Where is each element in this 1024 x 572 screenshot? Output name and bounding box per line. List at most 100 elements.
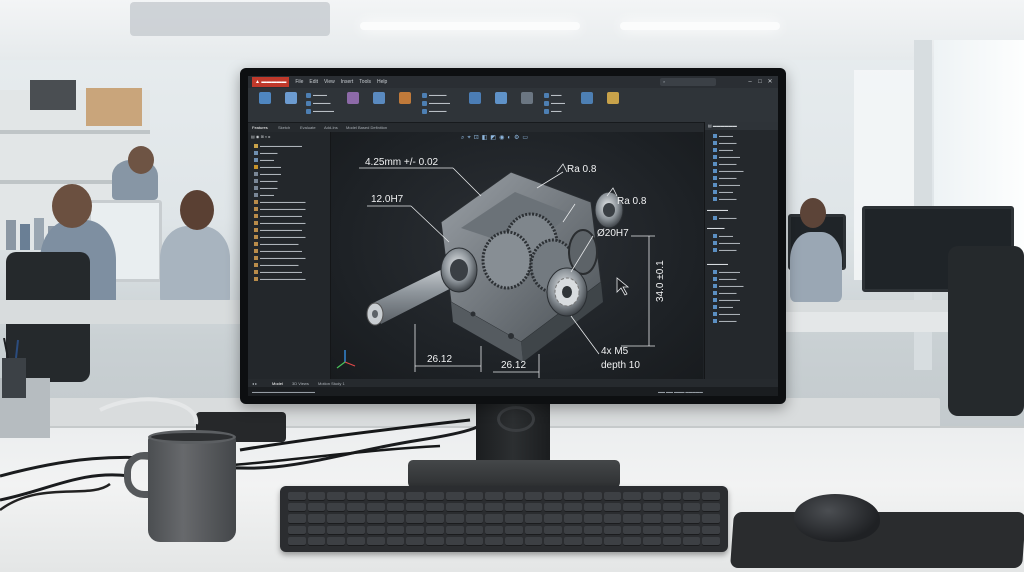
keyboard-key[interactable] <box>406 492 425 502</box>
ribbon-pattern-button[interactable] <box>462 92 488 118</box>
task-pane-item[interactable]: ▬▬▬▬▬▬ <box>713 241 740 246</box>
keyboard-key[interactable] <box>544 503 563 513</box>
tree-item[interactable]: ▬▬▬▬▬▬▬▬▬▬▬▬▬ <box>254 256 306 261</box>
menu-edit[interactable]: Edit <box>309 79 318 85</box>
ribbon-shell-button[interactable]: ▬▬▬▬▬ <box>422 108 447 114</box>
task-pane-item[interactable]: ▬▬▬▬▬ <box>713 291 737 296</box>
menu-insert[interactable]: Insert <box>341 79 354 85</box>
task-pane-item[interactable]: ▬▬▬▬ <box>713 148 733 153</box>
maximize-button[interactable]: □ <box>756 78 764 86</box>
ribbon-hole-button[interactable] <box>366 92 392 118</box>
keyboard-key[interactable] <box>643 525 661 535</box>
keyboard-key[interactable] <box>445 536 464 546</box>
keyboard-key[interactable] <box>347 536 365 546</box>
task-pane-item[interactable]: ▬▬▬▬▬ <box>713 162 737 167</box>
keyboard-key[interactable] <box>445 514 464 524</box>
ribbon-reference-button[interactable]: ▬▬▬ <box>544 108 562 114</box>
keyboard-key[interactable] <box>564 514 582 524</box>
graphics-viewport[interactable]: ⌕⌖⊡◧◩◉◐⚙▭ 4.25mm +/- 0.02 12.0H7 Ra 0.8 … <box>331 132 703 379</box>
task-pane-item[interactable]: ▬▬▬▬▬ <box>713 248 737 253</box>
surface-finish-right[interactable]: Ra 0.8 <box>617 196 647 207</box>
keyboard-key[interactable] <box>544 514 563 524</box>
keyboard-key[interactable] <box>406 503 425 513</box>
task-pane-item[interactable]: ▬▬▬▬▬▬ <box>713 298 740 303</box>
tree-item[interactable]: ▬▬▬▬▬▬▬▬▬▬▬▬ <box>254 214 302 219</box>
keyboard-key[interactable] <box>643 492 661 502</box>
keyboard-key[interactable] <box>465 492 484 502</box>
keyboard-key[interactable] <box>564 503 582 513</box>
keyboard-key[interactable] <box>583 525 602 535</box>
keyboard-key[interactable] <box>465 525 484 535</box>
keyboard-key[interactable] <box>347 492 365 502</box>
task-pane-item[interactable]: ▬▬▬▬▬▬ <box>713 312 740 317</box>
keyboard-key[interactable] <box>307 525 326 535</box>
keyboard-key[interactable] <box>366 503 385 513</box>
keyboard-key[interactable] <box>603 503 622 513</box>
app-logo[interactable]: ▲ ▬▬▬▬▬ <box>252 77 290 87</box>
keyboard-key[interactable] <box>643 536 661 546</box>
ribbon-fillet-button[interactable] <box>392 92 418 118</box>
keyboard-key[interactable] <box>682 514 701 524</box>
keyboard-key[interactable] <box>564 536 582 546</box>
keyboard-key[interactable] <box>465 536 484 546</box>
task-pane-item[interactable]: ▬▬▬▬▬▬▬ <box>713 284 744 289</box>
ribbon-curves-button[interactable] <box>574 92 600 118</box>
keyboard-key[interactable] <box>485 525 503 535</box>
tab-evaluate[interactable]: Evaluate <box>300 125 316 130</box>
keyboard-key[interactable] <box>406 536 425 546</box>
keyboard-key[interactable] <box>307 514 326 524</box>
keyboard-key[interactable] <box>504 492 523 502</box>
tab-sketch[interactable]: Sketch <box>278 125 290 130</box>
keyboard-key[interactable] <box>288 503 306 513</box>
tree-item[interactable]: ▬▬▬▬▬▬▬▬▬▬▬ <box>254 263 299 268</box>
keyboard-key[interactable] <box>564 492 582 502</box>
keyboard-key[interactable] <box>426 514 444 524</box>
tree-item[interactable]: ▬▬▬▬▬▬▬▬▬▬▬▬▬ <box>254 200 306 205</box>
ribbon-extrude-button[interactable] <box>252 92 278 118</box>
keyboard-key[interactable] <box>603 492 622 502</box>
keyboard-key[interactable] <box>603 536 622 546</box>
keyboard-key[interactable] <box>682 525 701 535</box>
ribbon-draft-button[interactable] <box>514 92 540 118</box>
keyboard-key[interactable] <box>623 536 642 546</box>
keyboard-key[interactable] <box>288 525 306 535</box>
task-pane-item[interactable]: ▬▬▬▬▬▬▬ <box>713 169 744 174</box>
task-pane-item[interactable]: ▬▬▬▬▬▬ <box>713 270 740 275</box>
keyboard-key[interactable] <box>643 503 661 513</box>
keyboard-key[interactable] <box>347 503 365 513</box>
keyboard-key[interactable] <box>682 536 701 546</box>
surface-finish-top[interactable]: Ra 0.8 <box>567 164 597 175</box>
keyboard-key[interactable] <box>702 514 720 524</box>
keyboard-key[interactable] <box>426 536 444 546</box>
menu-help[interactable]: Help <box>377 79 387 85</box>
dimension-thickness[interactable]: 4.25mm +/- 0.02 <box>365 157 439 168</box>
keyboard-key[interactable] <box>406 514 425 524</box>
ribbon-instant3d-button[interactable] <box>600 92 626 118</box>
tab-add-ins[interactable]: Add-Ins <box>324 125 338 130</box>
keyboard-key[interactable] <box>603 514 622 524</box>
keyboard-key[interactable] <box>524 492 543 502</box>
keyboard-key[interactable] <box>485 492 503 502</box>
hole-callout-depth[interactable]: depth 10 <box>601 360 640 371</box>
keyboard-key[interactable] <box>564 525 582 535</box>
keyboard-key[interactable] <box>583 536 602 546</box>
menu-view[interactable]: View <box>324 79 335 85</box>
ribbon-mirror-button[interactable] <box>488 92 514 118</box>
task-pane-item[interactable]: ▬▬▬▬▬ <box>713 176 737 181</box>
tab-model-based-definition[interactable]: Model Based Definition <box>346 125 387 130</box>
task-pane-item[interactable]: ▬▬▬▬▬ <box>713 197 737 202</box>
tab-motion-study[interactable]: Motion Study 1 <box>318 381 345 386</box>
keyboard-key[interactable] <box>366 536 385 546</box>
dimension-diameter[interactable]: Ø20H7 <box>597 228 629 239</box>
keyboard-key[interactable] <box>702 503 720 513</box>
keyboard-key[interactable] <box>682 492 701 502</box>
keyboard-key[interactable] <box>702 536 720 546</box>
task-pane-item[interactable]: ▬▬▬▬▬ <box>713 216 737 221</box>
keyboard-key[interactable] <box>583 503 602 513</box>
ribbon-rib-button[interactable]: ▬▬▬▬▬▬ <box>422 100 450 106</box>
tree-item[interactable]: ▬▬▬▬▬ <box>254 186 278 191</box>
keyboard-key[interactable] <box>307 503 326 513</box>
task-pane-item[interactable]: ▬▬▬▬▬ <box>713 277 737 282</box>
keyboard-key[interactable] <box>327 514 346 524</box>
tab-3d-views[interactable]: 3D Views <box>292 381 309 386</box>
